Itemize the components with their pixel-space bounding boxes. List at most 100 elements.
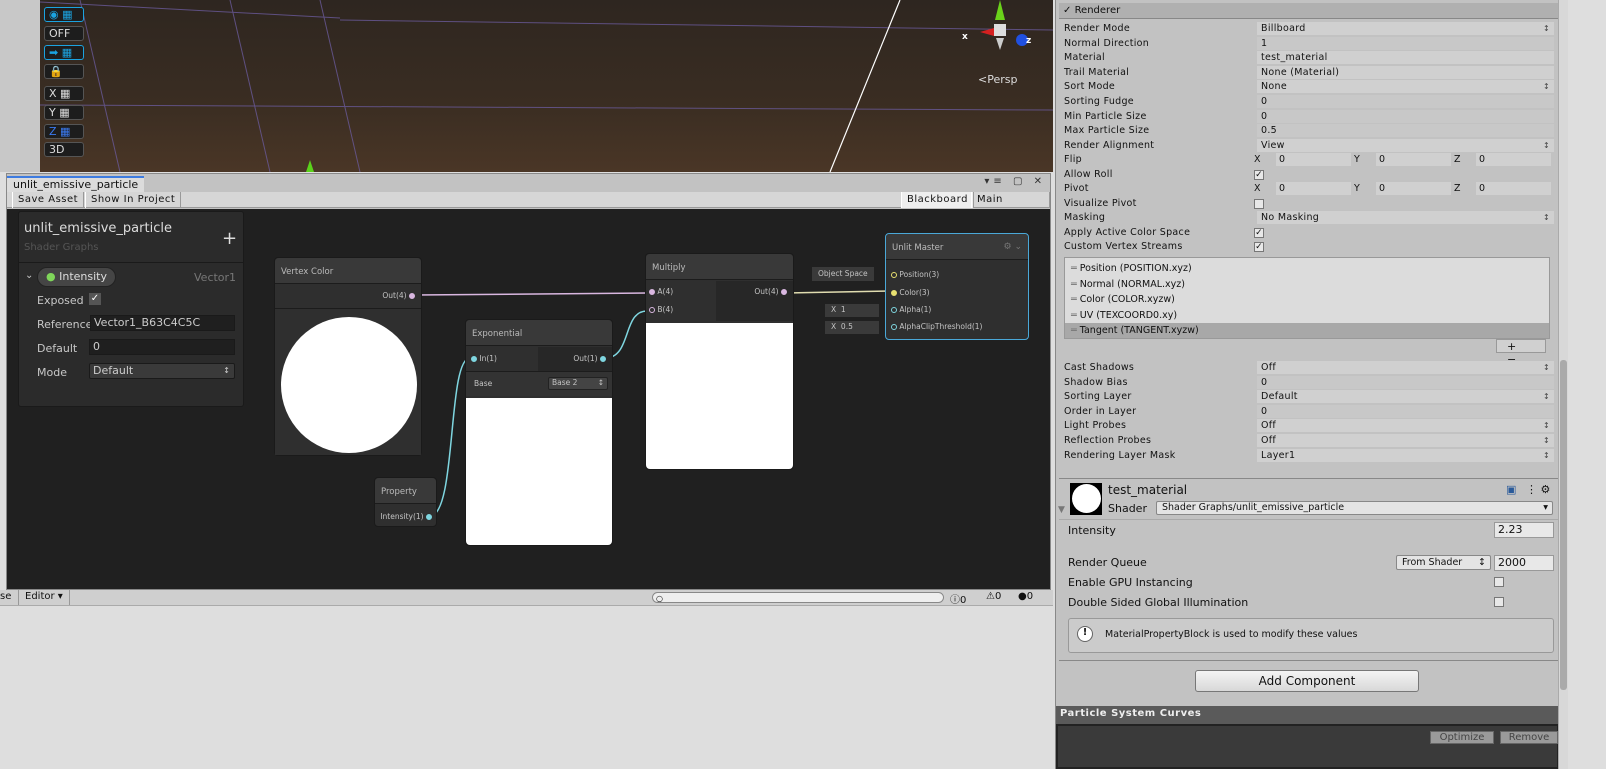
save-asset-button[interactable]: Save Asset bbox=[12, 192, 85, 208]
row-value[interactable]: 0 bbox=[1257, 404, 1554, 418]
renderer-header[interactable]: ✓ Renderer bbox=[1059, 3, 1559, 19]
window-buttons[interactable]: ▾≡ ▢ ✕ bbox=[984, 176, 1046, 187]
main-preview-toggle[interactable]: Main Preview bbox=[971, 192, 1050, 220]
masking-dropdown[interactable]: No Masking bbox=[1257, 211, 1554, 225]
curves-header[interactable]: Particle System Curves bbox=[1056, 706, 1559, 724]
exposed-checkbox[interactable]: ✓ bbox=[89, 293, 101, 305]
property-pill[interactable]: ● Intensity bbox=[37, 267, 116, 287]
port-color[interactable]: Color(3) bbox=[891, 288, 930, 297]
render-queue-dropdown[interactable]: From Shader ↕ bbox=[1396, 555, 1491, 570]
base-dropdown[interactable]: Base 2 ↕ bbox=[548, 377, 608, 390]
error-count[interactable]: ●0 bbox=[1018, 591, 1033, 602]
visibility-toggle[interactable]: ◉ ▦ bbox=[44, 7, 84, 22]
custom-streams-checkbox[interactable]: ✓ bbox=[1254, 242, 1264, 252]
default-field[interactable]: 0 bbox=[89, 339, 235, 355]
row-value[interactable]: 0.5 bbox=[1257, 124, 1554, 138]
projection-label[interactable]: <Persp bbox=[978, 73, 1017, 86]
row-value[interactable]: None bbox=[1257, 80, 1554, 94]
pivot-x[interactable]: 0 bbox=[1276, 182, 1351, 195]
flip-x[interactable]: 0 bbox=[1276, 153, 1351, 166]
position-space-dropdown[interactable]: Object Space bbox=[812, 267, 874, 281]
3d-toggle[interactable]: 3D bbox=[44, 142, 84, 157]
vertex-stream-item[interactable]: ═ Position (POSITION.xyz) bbox=[1065, 261, 1549, 276]
add-component-button[interactable]: Add Component bbox=[1195, 670, 1419, 692]
port-out[interactable]: Out(4) bbox=[754, 287, 787, 296]
inspector-scrollbar[interactable] bbox=[1558, 0, 1568, 769]
z-grid-toggle[interactable]: Z ▦ bbox=[44, 124, 84, 139]
row-value[interactable]: Layer1 bbox=[1257, 448, 1554, 463]
port-out[interactable]: Out(1) bbox=[573, 354, 606, 363]
vertex-stream-item[interactable]: ═ Color (COLOR.xyzw) bbox=[1065, 292, 1549, 307]
vertex-stream-item[interactable]: ═ Tangent (TANGENT.xyzw) bbox=[1065, 323, 1549, 338]
vertex-stream-item[interactable]: ═ Normal (NORMAL.xyz) bbox=[1065, 277, 1549, 292]
blackboard-toggle[interactable]: Blackboard bbox=[901, 192, 974, 208]
row-value[interactable]: Billboard bbox=[1257, 22, 1554, 36]
port-b[interactable]: B(4) bbox=[649, 305, 673, 314]
help-icon[interactable]: ▣ bbox=[1506, 483, 1516, 496]
stream-add-remove[interactable]: +− bbox=[1496, 339, 1546, 366]
off-toggle[interactable]: OFF bbox=[44, 26, 84, 41]
port-out[interactable]: Out(4) bbox=[382, 291, 415, 300]
port-position[interactable]: Position(3) bbox=[891, 270, 939, 279]
graph-canvas[interactable]: unlit_emissive_particle Shader Graphs + … bbox=[7, 209, 1050, 589]
row-value[interactable]: 0 bbox=[1257, 109, 1554, 123]
row-value[interactable]: 1 bbox=[1257, 36, 1554, 50]
reference-field[interactable]: Vector1_B63C4C5C bbox=[90, 315, 235, 331]
dsgi-checkbox[interactable] bbox=[1494, 597, 1504, 607]
allow-roll-checkbox[interactable]: ✓ bbox=[1254, 170, 1264, 180]
node-exponential[interactable]: Exponential In(1) Out(1) Base Base 2 ↕ bbox=[465, 319, 613, 546]
flip-z[interactable]: 0 bbox=[1476, 153, 1551, 166]
optimize-button[interactable]: Optimize bbox=[1430, 731, 1494, 744]
row-value[interactable]: Off bbox=[1257, 419, 1554, 433]
gear-icon[interactable]: ⚙ ⌄ bbox=[1004, 242, 1022, 252]
row-value[interactable]: test_material bbox=[1257, 51, 1554, 65]
row-value[interactable]: 0 bbox=[1257, 375, 1554, 389]
intensity-field[interactable]: 2.23 bbox=[1494, 522, 1554, 538]
alpha-input[interactable]: X 1 bbox=[825, 304, 879, 317]
vertex-stream-item[interactable]: ═ UV (TEXCOORD0.xy) bbox=[1065, 308, 1549, 323]
node-multiply[interactable]: Multiply A(4) B(4) Out(4) bbox=[645, 253, 794, 470]
lock-toggle[interactable]: 🔒 bbox=[44, 64, 84, 79]
row-value[interactable]: Default bbox=[1257, 390, 1554, 404]
row-value[interactable]: Off bbox=[1257, 434, 1554, 448]
mode-dropdown[interactable]: Default ↕ bbox=[89, 363, 235, 379]
row-value[interactable]: View bbox=[1257, 138, 1554, 153]
show-in-project-button[interactable]: Show In Project bbox=[85, 192, 182, 208]
row-value[interactable]: Off bbox=[1257, 361, 1554, 375]
port-intensity[interactable]: Intensity(1) bbox=[380, 512, 432, 521]
add-property-button[interactable]: + bbox=[222, 228, 237, 249]
apply-color-checkbox[interactable]: ✓ bbox=[1254, 228, 1264, 238]
node-vertex-color[interactable]: Vertex Color Out(4) bbox=[274, 257, 422, 456]
scene-view[interactable] bbox=[40, 0, 1053, 172]
port-alpha-clip[interactable]: AlphaClipThreshold(1) bbox=[891, 322, 982, 331]
node-property[interactable]: Property Intensity(1) bbox=[374, 477, 437, 527]
orientation-gizmo[interactable]: x z bbox=[960, 0, 1040, 60]
foldout-arrow-icon[interactable]: ▼ bbox=[1058, 505, 1065, 515]
gpu-instancing-checkbox[interactable] bbox=[1494, 577, 1504, 587]
node-unlit-master[interactable]: Unlit Master ⚙ ⌄ Position(3) Color(3) Al… bbox=[885, 233, 1029, 340]
render-queue-field[interactable]: 2000 bbox=[1494, 555, 1554, 571]
collapse-chevron-icon[interactable]: ⌄ bbox=[25, 270, 33, 281]
remove-button[interactable]: Remove bbox=[1500, 731, 1558, 744]
tab-label-fragment[interactable]: se bbox=[0, 591, 11, 602]
port-a[interactable]: A(4) bbox=[649, 287, 673, 296]
row-value[interactable]: 0 bbox=[1257, 95, 1554, 108]
row-value[interactable]: None (Material) bbox=[1257, 65, 1554, 79]
pivot-z[interactable]: 0 bbox=[1476, 182, 1551, 195]
clip-threshold-input[interactable]: X 0.5 bbox=[825, 321, 879, 334]
x-grid-toggle[interactable]: X ▦ bbox=[44, 86, 84, 101]
port-alpha[interactable]: Alpha(1) bbox=[891, 305, 931, 314]
y-grid-toggle[interactable]: Y ▦ bbox=[44, 105, 84, 120]
shader-dropdown[interactable]: Shader Graphs/unlit_emissive_particle ▾ bbox=[1156, 501, 1553, 515]
warning-count[interactable]: ⚠0 bbox=[986, 591, 1001, 602]
pivot-y[interactable]: 0 bbox=[1376, 182, 1451, 195]
flip-y[interactable]: 0 bbox=[1376, 153, 1451, 166]
info-count[interactable]: ⓘ0 bbox=[950, 591, 966, 606]
settings-icon[interactable]: ⋮ ⚙ bbox=[1526, 483, 1550, 496]
visualize-pivot-checkbox[interactable] bbox=[1254, 199, 1264, 209]
editor-dropdown[interactable]: Editor ▾ bbox=[18, 590, 70, 605]
port-in[interactable]: In(1) bbox=[471, 354, 497, 363]
shader-graph-tab[interactable]: unlit_emissive_particle bbox=[7, 176, 145, 192]
arrow-toggle[interactable]: ➡ ▦ bbox=[44, 45, 84, 60]
search-input[interactable]: ○ bbox=[652, 592, 944, 603]
